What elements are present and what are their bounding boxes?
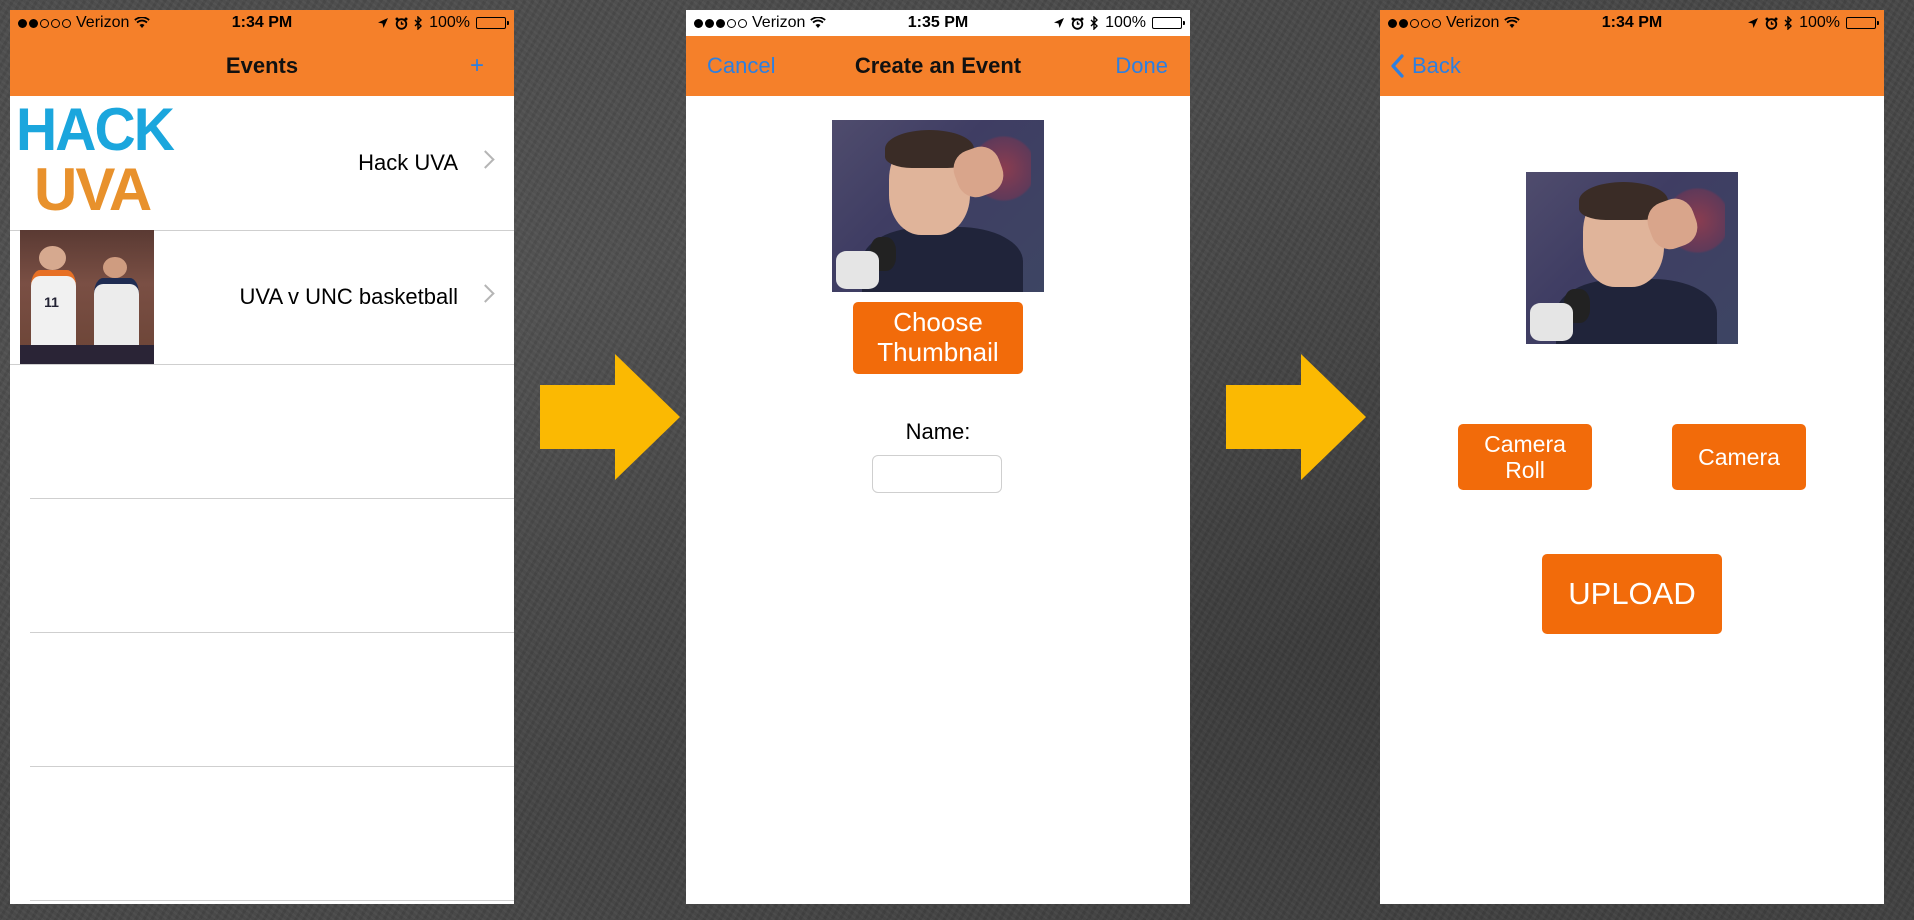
battery-icon (1846, 17, 1879, 29)
event-label: Hack UVA (358, 150, 458, 175)
choose-thumbnail-button[interactable]: Choose Thumbnail (853, 302, 1023, 374)
bluetooth-icon (1784, 16, 1793, 30)
bluetooth-icon (414, 16, 423, 30)
chevron-right-icon (476, 284, 495, 303)
battery-percent: 100% (429, 14, 470, 31)
location-icon (1054, 18, 1065, 28)
selected-image-preview (1526, 172, 1738, 344)
battery-icon (476, 17, 509, 29)
battery-icon (1152, 17, 1185, 29)
add-event-button[interactable]: + (470, 36, 484, 96)
table-separator (30, 900, 514, 901)
back-button[interactable]: Back (1390, 36, 1461, 96)
camera-button[interactable]: Camera (1672, 424, 1806, 490)
event-label: UVA v UNC basketball (239, 284, 458, 309)
upload-button[interactable]: UPLOAD (1542, 554, 1722, 634)
chevron-right-icon (476, 150, 495, 169)
arrow-right-icon (540, 354, 680, 480)
location-icon (1748, 18, 1759, 28)
event-row-basketball[interactable]: 11 UVA v UNC basketball (10, 230, 514, 365)
alarm-icon (1071, 17, 1084, 30)
event-thumbnail-image (832, 120, 1044, 292)
arrow-right-icon (1226, 354, 1366, 480)
events-screen: Verizon 1:34 PM 100% Events + HACK UVA H… (10, 10, 514, 904)
status-bar: Verizon 1:35 PM 100% (686, 10, 1190, 36)
hack-uva-logo: HACK UVA (16, 96, 175, 223)
table-separator (30, 766, 514, 767)
page-title: Events (225, 53, 299, 78)
event-name-input[interactable] (872, 455, 1002, 493)
status-bar: Verizon 1:34 PM 100% (10, 10, 514, 36)
table-separator (30, 498, 514, 499)
battery-percent: 100% (1799, 14, 1840, 31)
event-row-hack-uva[interactable]: HACK UVA Hack UVA (10, 96, 514, 231)
table-separator (30, 632, 514, 633)
chevron-left-icon (1391, 54, 1404, 78)
battery-percent: 100% (1105, 14, 1146, 31)
basketball-thumbnail: 11 (20, 230, 154, 364)
navigation-bar: Events + (10, 36, 514, 96)
camera-roll-button[interactable]: Camera Roll (1458, 424, 1592, 490)
bluetooth-icon (1090, 16, 1099, 30)
alarm-icon (395, 17, 408, 30)
navigation-bar: Back (1380, 36, 1884, 96)
status-bar: Verizon 1:34 PM 100% (1380, 10, 1884, 36)
navigation-bar: Cancel Create an Event Done (686, 36, 1190, 96)
name-label: Name: (905, 419, 971, 444)
alarm-icon (1765, 17, 1778, 30)
upload-screen: Verizon 1:34 PM 100% Back Camera Roll Ca… (1380, 10, 1884, 904)
create-event-screen: Verizon 1:35 PM 100% Cancel Create an Ev… (686, 10, 1190, 904)
done-button[interactable]: Done (1115, 36, 1168, 96)
location-icon (378, 18, 389, 28)
page-title: Create an Event (854, 53, 1022, 78)
